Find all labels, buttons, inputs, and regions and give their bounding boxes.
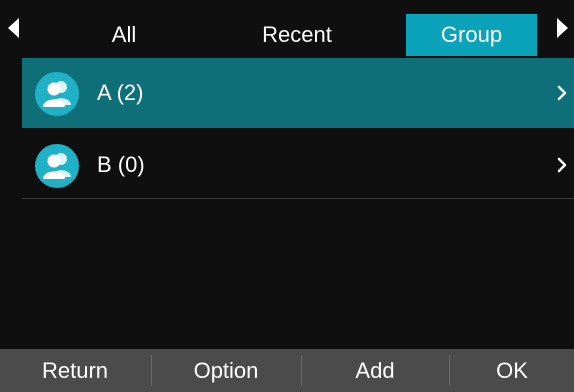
group-name: A (2) bbox=[97, 80, 144, 105]
list-divider bbox=[22, 198, 574, 199]
option-button[interactable]: Option bbox=[152, 349, 300, 392]
return-button[interactable]: Return bbox=[0, 349, 150, 392]
screen: All Recent Group A (2) B (0) Return Opti… bbox=[0, 0, 574, 392]
left-triangle-icon[interactable] bbox=[4, 14, 24, 42]
group-row[interactable]: A (2) bbox=[22, 58, 574, 128]
chevron-right-icon bbox=[556, 84, 568, 102]
chevron-right-icon bbox=[556, 156, 568, 174]
ok-button[interactable]: OK bbox=[450, 349, 574, 392]
group-name: B (0) bbox=[97, 152, 145, 177]
tab-recent[interactable]: Recent bbox=[222, 14, 372, 56]
add-button[interactable]: Add bbox=[302, 349, 448, 392]
tab-group[interactable]: Group bbox=[406, 14, 537, 56]
group-avatar-icon bbox=[35, 144, 79, 188]
tab-bar: All Recent Group bbox=[0, 0, 574, 56]
right-triangle-icon[interactable] bbox=[552, 14, 572, 42]
softkey-bar: Return Option Add OK bbox=[0, 349, 574, 392]
tab-all[interactable]: All bbox=[40, 14, 208, 56]
group-avatar-icon bbox=[35, 72, 79, 116]
group-row[interactable]: B (0) bbox=[22, 130, 574, 200]
